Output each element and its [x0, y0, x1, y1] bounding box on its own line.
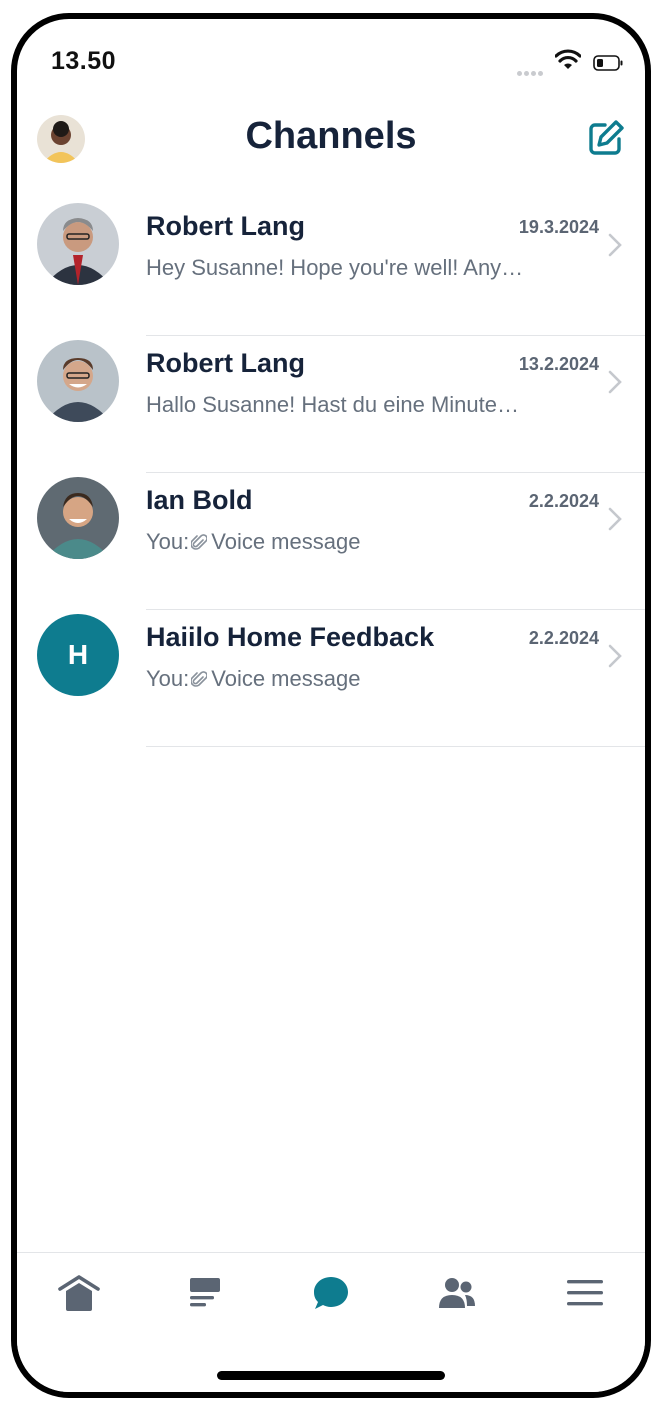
message-preview: You: Voice message	[146, 529, 360, 555]
avatar	[37, 340, 119, 422]
people-icon	[439, 1278, 475, 1308]
paperclip-icon	[191, 534, 208, 550]
home-indicator[interactable]	[217, 1371, 445, 1380]
tab-chat[interactable]	[309, 1271, 353, 1315]
channel-row[interactable]: Robert Lang 19.3.2024 Hey Susanne! Hope …	[17, 199, 645, 336]
avatar	[37, 203, 119, 285]
channel-date: 2.2.2024	[528, 628, 599, 648]
divider	[146, 746, 645, 747]
channel-list: Robert Lang 19.3.2024 Hey Susanne! Hope …	[17, 199, 645, 747]
you-prefix: You:	[146, 529, 190, 554]
channel-row[interactable]: Ian Bold 2.2.2024 You: Voice message	[17, 473, 645, 610]
tab-home[interactable]	[57, 1271, 101, 1315]
chevron-right-icon	[608, 370, 622, 394]
paperclip-icon	[191, 671, 208, 687]
tab-timeline[interactable]	[183, 1271, 227, 1315]
channel-date: 13.2.2024	[518, 354, 599, 374]
channel-name: Robert Lang	[146, 211, 305, 241]
home-icon	[58, 1275, 100, 1311]
chat-icon	[314, 1277, 348, 1309]
battery-icon	[593, 55, 623, 71]
message-preview: Hallo Susanne! Hast du eine Minute…	[146, 392, 519, 418]
message-preview-text: Hallo Susanne! Hast du eine Minute…	[146, 392, 519, 417]
header: Channels	[17, 111, 645, 171]
message-preview-text: Hey Susanne! Hope you're well! Any…	[146, 255, 524, 280]
channel-name: Haiilo Home Feedback	[146, 622, 435, 652]
you-prefix: You:	[146, 666, 190, 691]
chevron-right-icon	[608, 644, 622, 668]
menu-icon	[567, 1280, 603, 1306]
message-preview: You: Voice message	[146, 666, 360, 692]
avatar	[37, 477, 119, 559]
phone-frame: 13.50 Channels Robert Lang 19.3.2024 Hey…	[11, 13, 651, 1398]
tab-menu[interactable]	[563, 1271, 607, 1315]
channel-date: 2.2.2024	[528, 491, 599, 511]
chevron-right-icon	[608, 233, 622, 257]
timeline-icon	[190, 1278, 220, 1307]
message-preview: Hey Susanne! Hope you're well! Any…	[146, 255, 523, 281]
compose-icon[interactable]	[587, 119, 625, 157]
status-time: 13.50	[51, 47, 117, 75]
wifi-icon	[555, 49, 581, 69]
channel-row[interactable]: H Haiilo Home Feedback 2.2.2024 You: Voic…	[17, 610, 645, 747]
status-bar: 13.50	[17, 19, 645, 79]
message-preview-text: Voice message	[211, 666, 361, 691]
signal-dots-icon	[517, 63, 545, 81]
channel-name: Robert Lang	[146, 348, 305, 378]
channel-date: 19.3.2024	[518, 217, 599, 237]
tab-people[interactable]	[435, 1271, 479, 1315]
page-title: Channels	[245, 115, 417, 157]
channel-row[interactable]: Robert Lang 13.2.2024 Hallo Susanne! Has…	[17, 336, 645, 473]
chevron-right-icon	[608, 507, 622, 531]
tab-bar	[17, 1252, 645, 1392]
channel-name: Ian Bold	[146, 485, 253, 515]
avatar: H	[37, 614, 119, 696]
message-preview-text: Voice message	[211, 529, 361, 554]
